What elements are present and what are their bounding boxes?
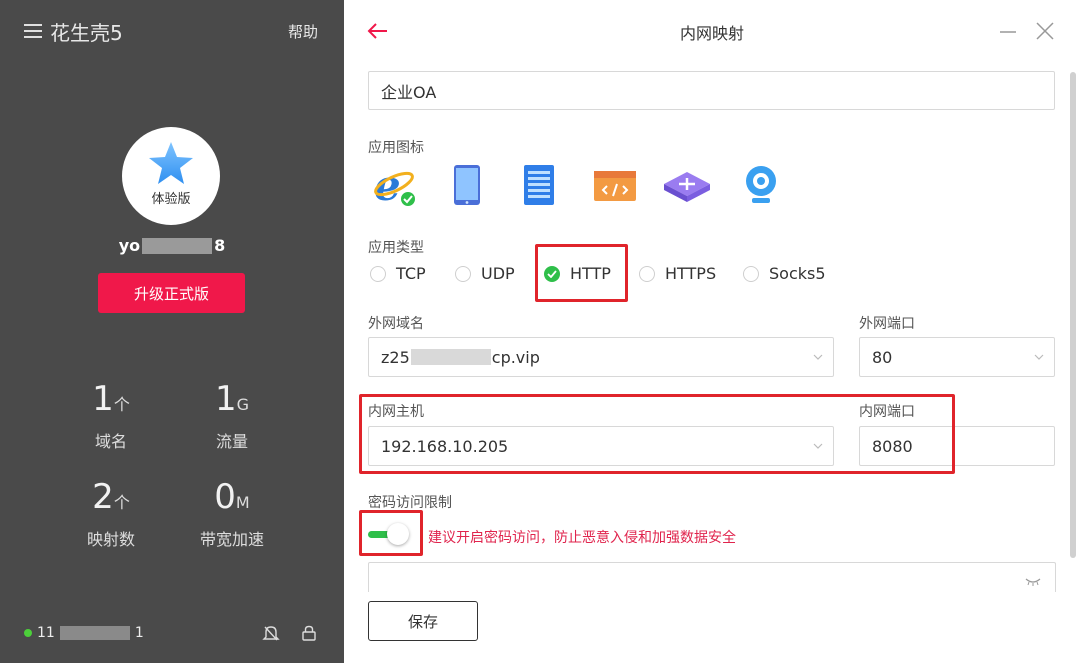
app-icon-label: 应用图标 [368,140,424,156]
ext-port-value: 80 [872,347,893,367]
password-input[interactable] [368,562,1056,592]
stat-unit: 个 [113,493,130,512]
radio-label: Socks5 [769,264,826,283]
radio-socks5[interactable]: Socks5 [743,264,826,283]
stat-domains: 1个 域名 [61,382,161,452]
int-host-value: 192.168.10.205 [381,436,509,456]
radio-label: HTTP [570,264,611,283]
bell-off-icon[interactable] [262,624,280,642]
lock-icon[interactable] [300,624,318,642]
radio-circle [639,265,655,282]
chevron-down-icon [813,354,823,360]
toggle-knob [387,523,409,545]
online-dot-icon [24,629,32,637]
sidebar-header: 花生壳5 帮助 [24,17,318,46]
radio-circle [370,265,386,282]
server-icon[interactable] [516,162,562,208]
redaction-mask [142,237,213,254]
save-button[interactable]: 保存 [368,601,478,641]
app-menu[interactable]: 花生壳5 [24,17,123,46]
stat-value: 1 [92,379,114,419]
chevron-down-icon [1034,354,1044,360]
close-icon[interactable] [1034,20,1056,42]
star-icon [149,141,193,184]
webcam-icon[interactable] [738,162,784,208]
app-type-label: 应用类型 [368,240,424,256]
edition-badge: 体验版 [151,191,191,207]
status-suffix: 1 [134,625,144,641]
ext-port-label: 外网端口 [859,316,915,332]
sidebar: 花生壳5 帮助 体验版 yo 8 升级正式版 1个 域名 1G 流量 2个 映射… [0,0,344,663]
app-title: 花生壳5 [50,20,123,45]
username-prefix: yo [118,236,141,255]
upgrade-button[interactable]: 升级正式版 [98,273,245,313]
pwd-hint: 建议开启密码访问，防止恶意入侵和加强数据安全 [428,530,736,546]
bottom-icons [262,624,318,642]
stat-unit: 个 [113,395,130,414]
username-suffix: 8 [214,236,226,255]
int-port-input[interactable]: 8080 [859,426,1055,466]
minimize-icon[interactable] [998,22,1018,42]
avatar: 体验版 [122,127,220,225]
pwd-label: 密码访问限制 [368,495,452,511]
int-host-label: 内网主机 [368,404,424,420]
check-icon [544,265,560,282]
pwd-toggle[interactable] [366,522,412,548]
radio-https[interactable]: HTTPS [639,264,716,283]
app-name-input[interactable]: 企业OA [368,71,1055,110]
ext-domain-suffix: cp.vip [491,347,540,367]
stat-traffic: 1G 流量 [182,382,282,452]
stat-label: 流量 [215,432,248,451]
radio-http[interactable]: HTTP [544,264,611,283]
router-icon[interactable] [662,162,712,208]
stat-value: 1 [214,379,237,419]
stat-unit: G [236,395,250,414]
ie-icon[interactable]: e [372,162,418,208]
radio-circle [455,265,471,282]
stat-value: 0 [214,477,236,517]
stat-value: 2 [92,477,114,517]
stat-mappings: 2个 映射数 [61,480,161,550]
radio-circle [743,265,759,282]
username: yo 8 [0,236,344,255]
radio-tcp[interactable]: TCP [370,264,426,283]
eye-closed-icon[interactable] [1025,577,1041,587]
page-title: 内网映射 [679,24,744,43]
stat-bandwidth: 0M 带宽加速 [182,480,282,550]
redaction-mask [410,349,491,365]
ext-domain-prefix: z25 [381,347,410,367]
tablet-icon[interactable] [444,162,490,208]
code-window-icon[interactable] [592,162,638,208]
radio-label: TCP [396,264,426,283]
stat-label: 带宽加速 [199,530,264,549]
radio-label: HTTPS [665,264,717,283]
scrollbar[interactable] [1070,72,1076,558]
stat-label: 域名 [94,432,127,451]
help-link[interactable]: 帮助 [288,21,318,42]
chevron-down-icon [813,443,823,449]
radio-label: UDP [481,264,515,283]
stat-unit: M [235,493,250,512]
panel-header: 内网映射 [344,0,1080,62]
int-port-label: 内网端口 [859,404,915,420]
radio-udp[interactable]: UDP [455,264,515,283]
redaction-mask [59,626,130,640]
hamburger-menu-icon[interactable] [24,24,42,38]
status-bar: 11 1 [24,622,318,644]
ext-domain-label: 外网域名 [368,316,424,332]
status-prefix: 11 [37,625,55,641]
int-host-select[interactable]: 192.168.10.205 [368,426,834,466]
app-name-value: 企业OA [381,82,437,102]
mapping-panel: 内网映射 企业OA 应用图标 e 应用类型 TCP UDP HTTP HTTPS… [344,0,1080,663]
ext-domain-select[interactable]: z25 cp.vip [368,337,834,377]
stat-label: 映射数 [86,530,135,549]
online-status: 11 1 [24,625,144,641]
ext-port-select[interactable]: 80 [859,337,1055,377]
int-port-value: 8080 [872,436,913,456]
